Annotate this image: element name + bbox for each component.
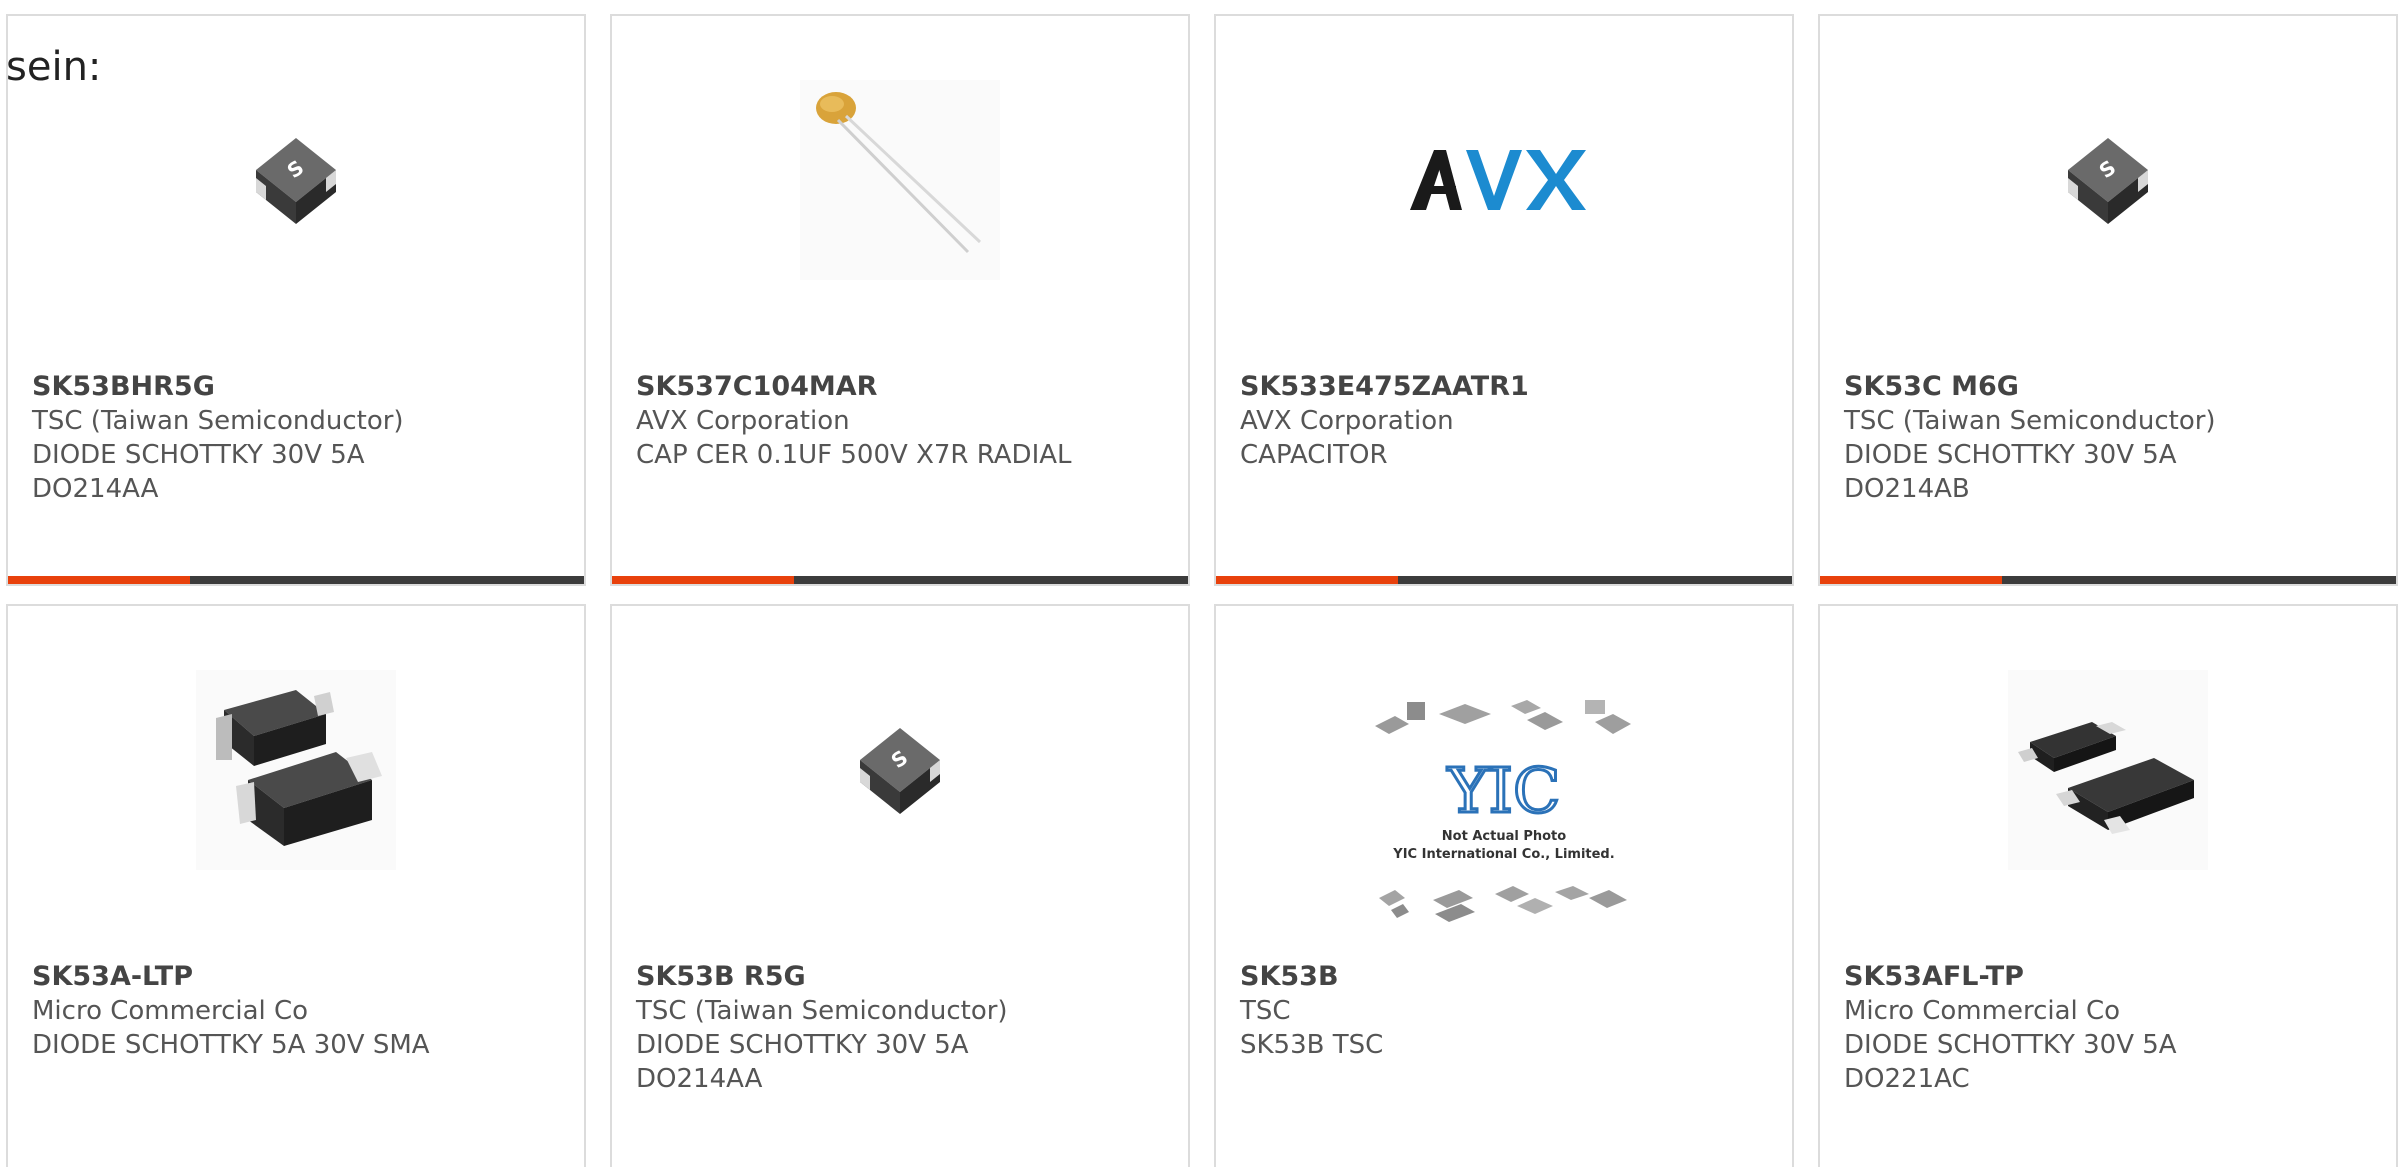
card-progress-bar (612, 576, 1188, 584)
card-accent (1216, 576, 1398, 584)
product-card[interactable]: SK537C104MAR AVX Corporation CAP CER 0.1… (610, 14, 1190, 586)
not-actual-photo-placeholder: YIC Not Actual Photo YIC International C… (1369, 692, 1639, 932)
product-info: SK53BHR5G TSC (Taiwan Semiconductor) DIO… (32, 370, 560, 506)
yic-logo: YIC (1447, 754, 1561, 827)
package: DO214AB (1844, 474, 1970, 504)
flat-lead-package-icon (2008, 670, 2208, 870)
part-number[interactable]: SK53BHR5G (32, 370, 560, 404)
manufacturer: Micro Commercial Co (32, 996, 309, 1026)
lead-text: sein: (6, 44, 102, 90)
product-info: SK537C104MAR AVX Corporation CAP CER 0.1… (636, 370, 1164, 472)
card-progress-bar (1820, 576, 2396, 584)
product-info: SK53AFL-TP Micro Commercial Co DIODE SCH… (1844, 960, 2372, 1096)
part-number[interactable]: SK53AFL-TP (1844, 960, 2372, 994)
product-info: SK53C M6G TSC (Taiwan Semiconductor) DIO… (1844, 370, 2372, 506)
manufacturer: TSC (Taiwan Semiconductor) (636, 996, 1008, 1026)
product-card[interactable]: SK53A-LTP Micro Commercial Co DIODE SCHO… (6, 604, 586, 1167)
description: CAP CER 0.1UF 500V X7R RADIAL (636, 440, 1072, 470)
smd-diode-package-icon: S (196, 80, 396, 280)
manufacturer: AVX Corporation (1240, 406, 1454, 436)
sma-package-icon (196, 670, 396, 870)
card-accent (612, 576, 794, 584)
product-card[interactable]: SK53AFL-TP Micro Commercial Co DIODE SCH… (1818, 604, 2398, 1167)
avx-logo (1404, 80, 1604, 280)
product-grid-page: sein: S SK53BHR5G TSC (Taiwan Semiconduc… (0, 0, 2400, 1167)
package: DO214AA (32, 474, 159, 504)
description: SK53B TSC (1240, 1030, 1384, 1060)
part-number[interactable]: SK53A-LTP (32, 960, 560, 994)
part-number[interactable]: SK537C104MAR (636, 370, 1164, 404)
card-accent (8, 576, 190, 584)
description: DIODE SCHOTTKY 30V 5A (1844, 1030, 2177, 1060)
product-info: SK53B R5G TSC (Taiwan Semiconductor) DIO… (636, 960, 1164, 1096)
package: DO214AA (636, 1064, 763, 1094)
description: CAPACITOR (1240, 440, 1388, 470)
description: DIODE SCHOTTKY 30V 5A (636, 1030, 969, 1060)
product-card[interactable]: S SK53B R5G TSC (Taiwan Semiconductor) D… (610, 604, 1190, 1167)
manufacturer: TSC (1240, 996, 1291, 1026)
product-info: SK53A-LTP Micro Commercial Co DIODE SCHO… (32, 960, 560, 1062)
manufacturer: TSC (Taiwan Semiconductor) (32, 406, 404, 436)
part-number[interactable]: SK533E475ZAATR1 (1240, 370, 1768, 404)
placeholder-caption-2: YIC International Co., Limited. (1392, 847, 1614, 862)
part-number[interactable]: SK53C M6G (1844, 370, 2372, 404)
product-card[interactable]: SK533E475ZAATR1 AVX Corporation CAPACITO… (1214, 14, 1794, 586)
product-card[interactable]: S SK53C M6G TSC (Taiwan Semiconductor) D… (1818, 14, 2398, 586)
smd-diode-package-icon: S (800, 670, 1000, 870)
product-info: SK533E475ZAATR1 AVX Corporation CAPACITO… (1240, 370, 1768, 472)
manufacturer: AVX Corporation (636, 406, 850, 436)
product-info: SK53B TSC SK53B TSC (1240, 960, 1768, 1062)
package: DO221AC (1844, 1064, 1970, 1094)
product-card[interactable]: YIC Not Actual Photo YIC International C… (1214, 604, 1794, 1167)
product-card[interactable]: S SK53BHR5G TSC (Taiwan Semiconductor) D… (6, 14, 586, 586)
part-number[interactable]: SK53B R5G (636, 960, 1164, 994)
description: DIODE SCHOTTKY 30V 5A (32, 440, 365, 470)
card-progress-bar (8, 576, 584, 584)
manufacturer: TSC (Taiwan Semiconductor) (1844, 406, 2216, 436)
card-accent (1820, 576, 2002, 584)
description: DIODE SCHOTTKY 30V 5A (1844, 440, 2177, 470)
radial-capacitor-icon (800, 80, 1000, 280)
card-progress-bar (1216, 576, 1792, 584)
part-number[interactable]: SK53B (1240, 960, 1768, 994)
placeholder-caption-1: Not Actual Photo (1442, 829, 1566, 844)
description: DIODE SCHOTTKY 5A 30V SMA (32, 1030, 430, 1060)
manufacturer: Micro Commercial Co (1844, 996, 2121, 1026)
smd-diode-package-icon: S (2008, 80, 2208, 280)
